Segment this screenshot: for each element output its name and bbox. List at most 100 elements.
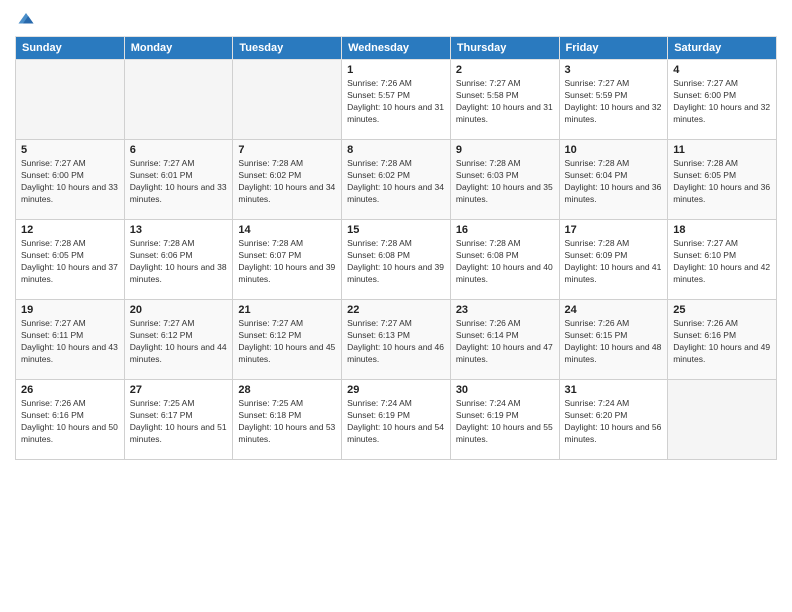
day-cell bbox=[668, 380, 777, 460]
day-cell: 1 Sunrise: 7:26 AMSunset: 5:57 PMDaylight… bbox=[342, 60, 451, 140]
day-info: Sunrise: 7:26 AMSunset: 6:16 PMDaylight:… bbox=[673, 318, 771, 366]
day-cell: 8 Sunrise: 7:28 AMSunset: 6:02 PMDaylight… bbox=[342, 140, 451, 220]
day-number: 21 bbox=[238, 304, 336, 316]
day-info: Sunrise: 7:26 AMSunset: 6:16 PMDaylight:… bbox=[21, 398, 119, 446]
day-number: 20 bbox=[130, 304, 228, 316]
day-number: 24 bbox=[565, 304, 663, 316]
day-info: Sunrise: 7:28 AMSunset: 6:07 PMDaylight:… bbox=[238, 238, 336, 286]
day-info: Sunrise: 7:28 AMSunset: 6:04 PMDaylight:… bbox=[565, 158, 663, 206]
day-info: Sunrise: 7:25 AMSunset: 6:17 PMDaylight:… bbox=[130, 398, 228, 446]
day-number: 30 bbox=[456, 384, 554, 396]
day-header-saturday: Saturday bbox=[668, 37, 777, 60]
day-cell: 17 Sunrise: 7:28 AMSunset: 6:09 PMDayligh… bbox=[559, 220, 668, 300]
day-cell: 11 Sunrise: 7:28 AMSunset: 6:05 PMDayligh… bbox=[668, 140, 777, 220]
day-cell: 28 Sunrise: 7:25 AMSunset: 6:18 PMDayligh… bbox=[233, 380, 342, 460]
day-number: 27 bbox=[130, 384, 228, 396]
day-info: Sunrise: 7:28 AMSunset: 6:03 PMDaylight:… bbox=[456, 158, 554, 206]
logo bbox=[15, 10, 35, 28]
day-number: 31 bbox=[565, 384, 663, 396]
day-cell: 21 Sunrise: 7:27 AMSunset: 6:12 PMDayligh… bbox=[233, 300, 342, 380]
day-cell: 9 Sunrise: 7:28 AMSunset: 6:03 PMDaylight… bbox=[450, 140, 559, 220]
calendar-table: SundayMondayTuesdayWednesdayThursdayFrid… bbox=[15, 36, 777, 460]
day-info: Sunrise: 7:26 AMSunset: 5:57 PMDaylight:… bbox=[347, 78, 445, 126]
week-row-2: 5 Sunrise: 7:27 AMSunset: 6:00 PMDaylight… bbox=[16, 140, 777, 220]
day-cell: 15Sunrise: 7:28 AMSunset: 6:08 PMDayligh… bbox=[342, 220, 451, 300]
day-info: Sunrise: 7:28 AMSunset: 6:09 PMDaylight:… bbox=[565, 238, 663, 286]
day-info: Sunrise: 7:26 AMSunset: 6:14 PMDaylight:… bbox=[456, 318, 554, 366]
day-number: 10 bbox=[565, 144, 663, 156]
day-info: Sunrise: 7:24 AMSunset: 6:19 PMDaylight:… bbox=[347, 398, 445, 446]
day-cell: 24 Sunrise: 7:26 AMSunset: 6:15 PMDayligh… bbox=[559, 300, 668, 380]
day-number: 9 bbox=[456, 144, 554, 156]
day-cell: 29 Sunrise: 7:24 AMSunset: 6:19 PMDayligh… bbox=[342, 380, 451, 460]
day-cell bbox=[233, 60, 342, 140]
logo-icon bbox=[17, 10, 35, 28]
day-info: Sunrise: 7:24 AMSunset: 6:20 PMDaylight:… bbox=[565, 398, 663, 446]
day-number: 23 bbox=[456, 304, 554, 316]
day-cell: 3Sunrise: 7:27 AMSunset: 5:59 PMDaylight… bbox=[559, 60, 668, 140]
week-row-3: 12 Sunrise: 7:28 AMSunset: 6:05 PMDayligh… bbox=[16, 220, 777, 300]
day-cell: 2 Sunrise: 7:27 AMSunset: 5:58 PMDaylight… bbox=[450, 60, 559, 140]
day-number: 26 bbox=[21, 384, 119, 396]
day-info: Sunrise: 7:27 AMSunset: 6:00 PMDaylight:… bbox=[21, 158, 119, 206]
day-info: Sunrise: 7:27 AMSunset: 6:10 PMDaylight:… bbox=[673, 238, 771, 286]
day-header-friday: Friday bbox=[559, 37, 668, 60]
day-info: Sunrise: 7:28 AMSunset: 6:08 PMDaylight:… bbox=[347, 238, 445, 286]
day-cell: 10 Sunrise: 7:28 AMSunset: 6:04 PMDayligh… bbox=[559, 140, 668, 220]
day-number: 1 bbox=[347, 64, 445, 76]
day-info: Sunrise: 7:27 AMSunset: 6:13 PMDaylight:… bbox=[347, 318, 445, 366]
day-info: Sunrise: 7:25 AMSunset: 6:18 PMDaylight:… bbox=[238, 398, 336, 446]
day-info: Sunrise: 7:27 AMSunset: 6:12 PMDaylight:… bbox=[130, 318, 228, 366]
day-header-tuesday: Tuesday bbox=[233, 37, 342, 60]
week-row-1: 1 Sunrise: 7:26 AMSunset: 5:57 PMDaylight… bbox=[16, 60, 777, 140]
day-cell: 12 Sunrise: 7:28 AMSunset: 6:05 PMDayligh… bbox=[16, 220, 125, 300]
day-number: 11 bbox=[673, 144, 771, 156]
day-number: 5 bbox=[21, 144, 119, 156]
day-number: 22 bbox=[347, 304, 445, 316]
day-cell: 23 Sunrise: 7:26 AMSunset: 6:14 PMDayligh… bbox=[450, 300, 559, 380]
day-number: 13 bbox=[130, 224, 228, 236]
day-cell: 25 Sunrise: 7:26 AMSunset: 6:16 PMDayligh… bbox=[668, 300, 777, 380]
day-number: 14 bbox=[238, 224, 336, 236]
day-info: Sunrise: 7:24 AMSunset: 6:19 PMDaylight:… bbox=[456, 398, 554, 446]
day-number: 12 bbox=[21, 224, 119, 236]
day-info: Sunrise: 7:28 AMSunset: 6:05 PMDaylight:… bbox=[21, 238, 119, 286]
day-cell: 7 Sunrise: 7:28 AMSunset: 6:02 PMDaylight… bbox=[233, 140, 342, 220]
day-number: 25 bbox=[673, 304, 771, 316]
day-info: Sunrise: 7:28 AMSunset: 6:05 PMDaylight:… bbox=[673, 158, 771, 206]
day-cell: 13 Sunrise: 7:28 AMSunset: 6:06 PMDayligh… bbox=[124, 220, 233, 300]
day-info: Sunrise: 7:27 AMSunset: 6:12 PMDaylight:… bbox=[238, 318, 336, 366]
day-cell: 31 Sunrise: 7:24 AMSunset: 6:20 PMDayligh… bbox=[559, 380, 668, 460]
day-header-monday: Monday bbox=[124, 37, 233, 60]
day-info: Sunrise: 7:28 AMSunset: 6:08 PMDaylight:… bbox=[456, 238, 554, 286]
day-number: 2 bbox=[456, 64, 554, 76]
day-info: Sunrise: 7:28 AMSunset: 6:02 PMDaylight:… bbox=[238, 158, 336, 206]
day-cell: 16 Sunrise: 7:28 AMSunset: 6:08 PMDayligh… bbox=[450, 220, 559, 300]
day-cell: 6Sunrise: 7:27 AMSunset: 6:01 PMDaylight… bbox=[124, 140, 233, 220]
day-header-sunday: Sunday bbox=[16, 37, 125, 60]
day-cell: 27 Sunrise: 7:25 AMSunset: 6:17 PMDayligh… bbox=[124, 380, 233, 460]
day-number: 8 bbox=[347, 144, 445, 156]
day-number: 16 bbox=[456, 224, 554, 236]
day-info: Sunrise: 7:28 AMSunset: 6:06 PMDaylight:… bbox=[130, 238, 228, 286]
day-info: Sunrise: 7:26 AMSunset: 6:15 PMDaylight:… bbox=[565, 318, 663, 366]
day-cell: 14 Sunrise: 7:28 AMSunset: 6:07 PMDayligh… bbox=[233, 220, 342, 300]
day-cell: 22 Sunrise: 7:27 AMSunset: 6:13 PMDayligh… bbox=[342, 300, 451, 380]
day-info: Sunrise: 7:27 AMSunset: 5:58 PMDaylight:… bbox=[456, 78, 554, 126]
day-info: Sunrise: 7:28 AMSunset: 6:02 PMDaylight:… bbox=[347, 158, 445, 206]
day-info: Sunrise: 7:27 AMSunset: 6:11 PMDaylight:… bbox=[21, 318, 119, 366]
day-cell: 30 Sunrise: 7:24 AMSunset: 6:19 PMDayligh… bbox=[450, 380, 559, 460]
day-number: 17 bbox=[565, 224, 663, 236]
day-number: 7 bbox=[238, 144, 336, 156]
day-cell bbox=[124, 60, 233, 140]
day-number: 29 bbox=[347, 384, 445, 396]
day-number: 3 bbox=[565, 64, 663, 76]
week-row-5: 26 Sunrise: 7:26 AMSunset: 6:16 PMDayligh… bbox=[16, 380, 777, 460]
day-number: 18 bbox=[673, 224, 771, 236]
day-number: 28 bbox=[238, 384, 336, 396]
day-number: 19 bbox=[21, 304, 119, 316]
header bbox=[15, 10, 777, 28]
day-cell: 26 Sunrise: 7:26 AMSunset: 6:16 PMDayligh… bbox=[16, 380, 125, 460]
day-header-wednesday: Wednesday bbox=[342, 37, 451, 60]
week-row-4: 19 Sunrise: 7:27 AMSunset: 6:11 PMDayligh… bbox=[16, 300, 777, 380]
